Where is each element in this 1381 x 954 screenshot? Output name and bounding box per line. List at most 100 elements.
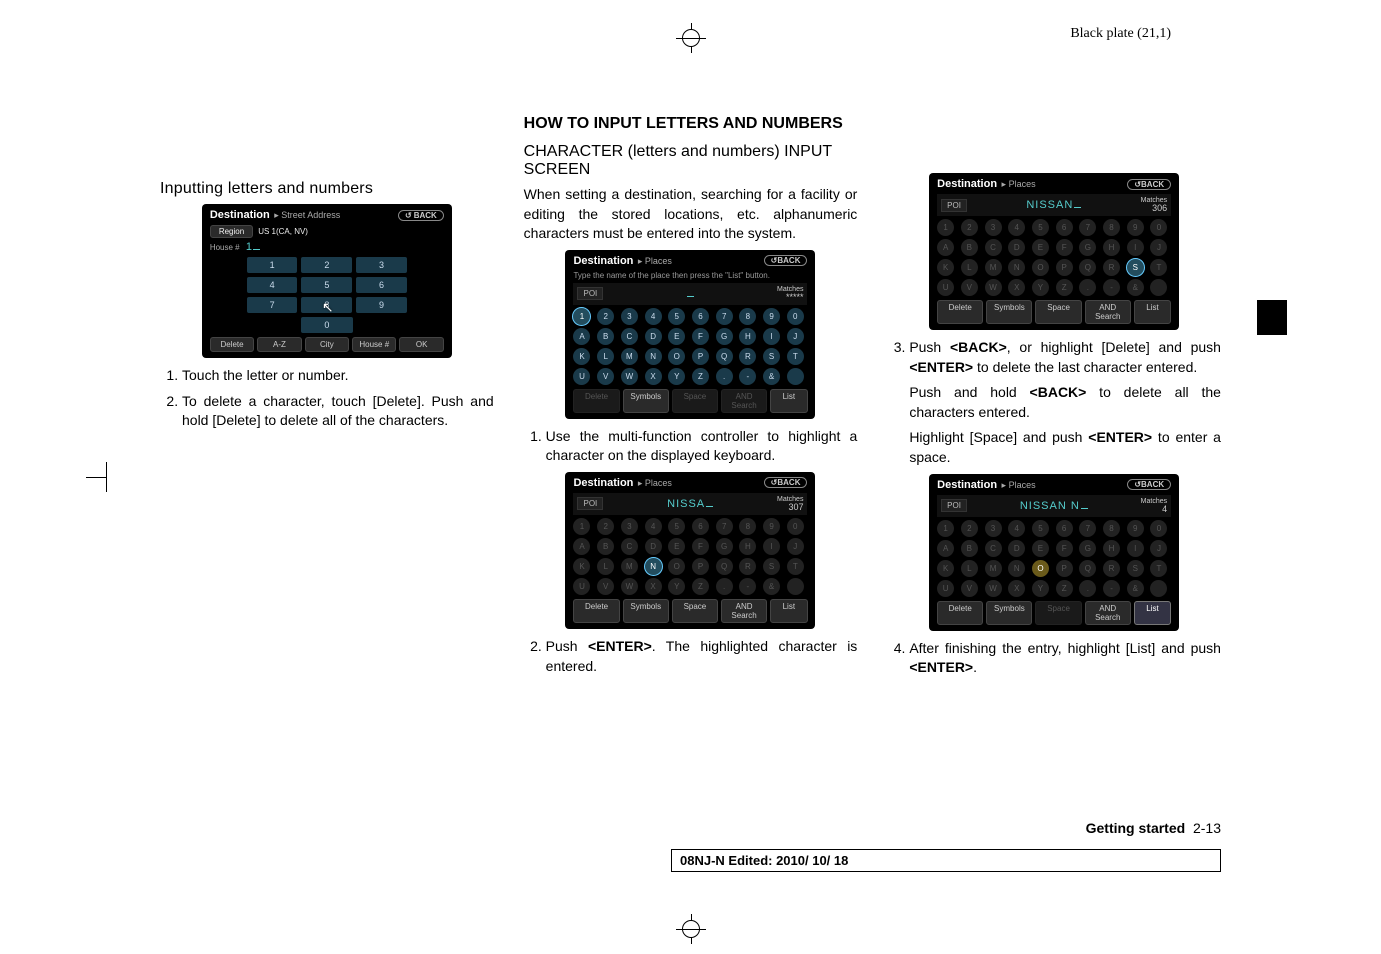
key-X[interactable]: X [645,578,662,595]
key-0[interactable]: 0 [787,518,804,535]
btn-list[interactable]: List [1134,300,1171,324]
btn-ok[interactable]: OK [399,337,443,352]
key-8[interactable]: 8 [301,297,352,313]
region-button[interactable]: Region [210,225,253,238]
key-0[interactable]: 0 [301,317,353,333]
key-P[interactable]: P [692,558,709,575]
key-G[interactable]: G [716,328,733,345]
btn-and-search[interactable]: AND Search [1085,601,1131,625]
key-Q[interactable]: Q [1079,259,1096,276]
btn-az[interactable]: A-Z [257,337,301,352]
key-2[interactable]: 2 [597,308,614,325]
key-N[interactable]: N [645,558,662,575]
key-0[interactable]: 0 [1150,520,1167,537]
key-H[interactable]: H [739,328,756,345]
key-T[interactable]: T [787,348,804,365]
back-button[interactable]: ↺BACK [1127,179,1171,190]
key-&[interactable]: & [1127,580,1144,597]
btn-delete[interactable]: Delete [573,389,619,413]
key-C[interactable]: C [985,540,1002,557]
key-Y[interactable]: Y [668,368,685,385]
key-7[interactable]: 7 [716,518,733,535]
back-button[interactable]: ↺BACK [764,255,808,266]
key-0[interactable]: 0 [1150,219,1167,236]
key-B[interactable]: B [597,538,614,555]
key-Q[interactable]: Q [1079,560,1096,577]
key-W[interactable]: W [621,578,638,595]
key-D[interactable]: D [645,328,662,345]
key-9[interactable]: 9 [356,297,407,313]
btn-list[interactable]: List [770,389,807,413]
key-2[interactable]: 2 [301,257,352,273]
btn-symbols[interactable]: Symbols [623,599,669,623]
key-1[interactable]: 1 [937,219,954,236]
btn-symbols[interactable]: Symbols [986,300,1032,324]
key-7[interactable]: 7 [1079,520,1096,537]
key-4[interactable]: 4 [247,277,298,293]
key-3[interactable]: 3 [621,308,638,325]
key-space[interactable] [1150,580,1167,597]
btn-city[interactable]: City [305,337,349,352]
key-I[interactable]: I [763,538,780,555]
key-F[interactable]: F [692,538,709,555]
key--[interactable]: - [739,368,756,385]
back-button[interactable]: ↺BACK [398,210,444,221]
btn-space[interactable]: Space [1035,601,1081,625]
key-space[interactable] [787,578,804,595]
key-&[interactable]: & [763,368,780,385]
key-3[interactable]: 3 [985,219,1002,236]
key-E[interactable]: E [1032,540,1049,557]
key-M[interactable]: M [985,560,1002,577]
key-A[interactable]: A [573,328,590,345]
key-I[interactable]: I [763,328,780,345]
key-P[interactable]: P [692,348,709,365]
key-space[interactable] [787,368,804,385]
key-R[interactable]: R [1103,259,1120,276]
key-L[interactable]: L [961,560,978,577]
key--[interactable]: - [739,578,756,595]
key-H[interactable]: H [1103,239,1120,256]
key-.[interactable]: . [1079,279,1096,296]
key-Z[interactable]: Z [1056,580,1073,597]
key--[interactable]: - [1103,279,1120,296]
key-0[interactable]: 0 [787,308,804,325]
key-U[interactable]: U [573,368,590,385]
btn-delete[interactable]: Delete [937,601,983,625]
key-1[interactable]: 1 [247,257,298,273]
key-Y[interactable]: Y [1032,279,1049,296]
key-J[interactable]: J [1150,239,1167,256]
key-O[interactable]: O [1032,560,1049,577]
key-E[interactable]: E [668,538,685,555]
key-G[interactable]: G [1079,239,1096,256]
key-C[interactable]: C [621,538,638,555]
back-button[interactable]: ↺BACK [1127,479,1171,490]
key-F[interactable]: F [692,328,709,345]
key-B[interactable]: B [961,540,978,557]
key-7[interactable]: 7 [1079,219,1096,236]
key-.[interactable]: . [1079,580,1096,597]
key-Y[interactable]: Y [668,578,685,595]
key-T[interactable]: T [787,558,804,575]
key-K[interactable]: K [937,560,954,577]
key-M[interactable]: M [621,558,638,575]
key-M[interactable]: M [985,259,1002,276]
key-H[interactable]: H [739,538,756,555]
key-.[interactable]: . [716,368,733,385]
key-1[interactable]: 1 [937,520,954,537]
btn-space[interactable]: Space [672,389,718,413]
key-N[interactable]: N [1008,560,1025,577]
key-I[interactable]: I [1127,540,1144,557]
btn-house[interactable]: House # [352,337,396,352]
key-4[interactable]: 4 [1008,219,1025,236]
key-3[interactable]: 3 [621,518,638,535]
key-U[interactable]: U [573,578,590,595]
key-C[interactable]: C [985,239,1002,256]
key-S[interactable]: S [763,348,780,365]
key-2[interactable]: 2 [597,518,614,535]
key-5[interactable]: 5 [1032,520,1049,537]
key-3[interactable]: 3 [985,520,1002,537]
key-space[interactable] [1150,279,1167,296]
key-V[interactable]: V [597,368,614,385]
key-2[interactable]: 2 [961,520,978,537]
key-8[interactable]: 8 [739,518,756,535]
